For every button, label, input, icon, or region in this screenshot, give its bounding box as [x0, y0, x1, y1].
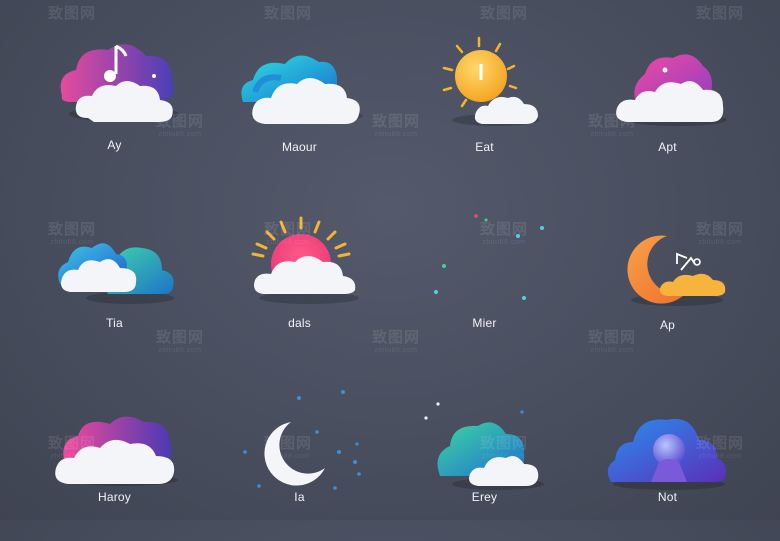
tile-label: Not [657, 490, 678, 504]
tile-label: Haroy [97, 490, 131, 504]
watermark: 致图网 zhitu88.com [696, 221, 745, 246]
tile-label: dals [288, 316, 311, 330]
watermark: 致图网 zhitu88.com [588, 329, 637, 354]
sun-cloud-icon [424, 34, 544, 134]
watermark: 致图网 [696, 5, 745, 22]
watermark: 致图网 zhitu88.com [588, 113, 637, 138]
watermark: 致图网 zhitu88.com [372, 329, 421, 354]
tile-label: Ay [107, 138, 122, 152]
watermark: 致图网 [264, 5, 313, 22]
watermark: 致图网 zhitu88.com [48, 435, 97, 460]
watermark: 致图网 zhitu88.com [480, 221, 529, 246]
weather-tile-4: Apt [570, 12, 765, 185]
weather-tile-9: Haroy [17, 368, 212, 541]
watermark: 致图网 zhitu88.com [156, 113, 205, 138]
watermark: 致图网 [480, 5, 529, 22]
weather-tile-3: Eat [387, 12, 582, 185]
watermark: 致图网 zhitu88.com [264, 435, 313, 460]
tile-label: Ia [294, 490, 305, 504]
watermark: 致图网 [48, 5, 97, 22]
tile-label: Eat [475, 140, 494, 154]
watermark: 致图网 zhitu88.com [480, 435, 529, 460]
tile-label: Apt [658, 140, 677, 154]
weather-tile-2: Maour [202, 12, 397, 185]
tile-label: Erey [471, 490, 498, 504]
weather-icon-grid: Ay Maour Eat Apt Tia dals Mier Ap Haroy … [0, 0, 780, 520]
watermark: 致图网 zhitu88.com [264, 221, 313, 246]
watermark: 致图网 zhitu88.com [372, 113, 421, 138]
teal-cloud-icon [239, 34, 363, 134]
watermark: 致图网 zhitu88.com [696, 435, 745, 460]
weather-tile-1: Ay [17, 12, 212, 185]
watermark: 致图网 zhitu88.com [48, 221, 97, 246]
watermark: 致图网 zhitu88.com [156, 329, 205, 354]
tile-label: Maour [281, 140, 317, 154]
